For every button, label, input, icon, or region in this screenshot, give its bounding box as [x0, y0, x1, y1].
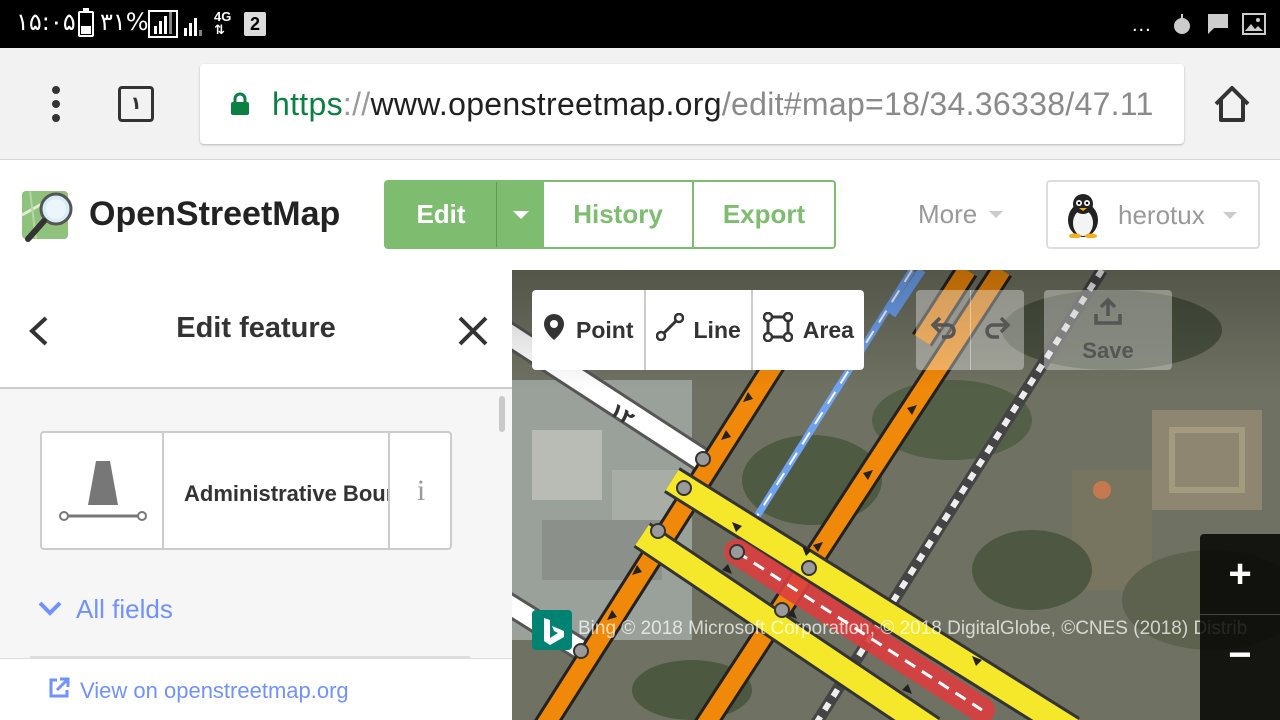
redo-button[interactable] — [970, 290, 1024, 370]
signal-icon — [148, 10, 178, 38]
status-time: ۱۵:۰۵ — [16, 8, 76, 36]
all-fields-label: All fields — [76, 594, 173, 624]
edit-feature-sidebar: Edit feature Administrative Boundary i A… — [0, 270, 512, 720]
chevron-down-icon — [512, 210, 529, 219]
add-area-button[interactable]: Area — [750, 290, 864, 370]
tab-switcher-button[interactable]: ۱ — [118, 86, 154, 122]
zoom-controls: + − — [1200, 534, 1280, 720]
save-label: Save — [1082, 338, 1134, 363]
view-on-osm-label: View on openstreetmap.org — [80, 678, 349, 703]
undo-icon — [928, 313, 958, 348]
edit-history-export-group: Edit History Export — [384, 180, 836, 249]
chevron-down-icon — [36, 594, 64, 625]
signal-strength-icon — [184, 12, 206, 36]
undo-redo-group — [916, 290, 1024, 370]
chevron-down-icon — [989, 211, 1004, 218]
external-link-icon — [48, 677, 70, 705]
view-on-osm-footer: View on openstreetmap.org — [0, 658, 512, 720]
sim-slot-badge: 2 — [244, 12, 266, 36]
add-line-button[interactable]: Line — [643, 290, 751, 370]
username: herotux — [1118, 200, 1205, 230]
url-text[interactable]: https://www.openstreetmap.org/edit#map=1… — [272, 86, 1154, 123]
preset-list-item[interactable]: Administrative Boundary i — [40, 431, 452, 550]
redo-icon — [983, 313, 1013, 348]
status-bar: ۱۵:۰۵ ۳۱% 4G ⇅ 2 ... — [0, 0, 1280, 48]
battery-percent: ۳۱% — [100, 8, 149, 36]
attribution-text[interactable]: Bing © 2018 Microsoft Corporation, © 201… — [578, 618, 1247, 640]
edit-button[interactable]: Edit — [386, 182, 496, 247]
address-bar[interactable]: https://www.openstreetmap.org/edit#map=1… — [200, 64, 1184, 144]
more-label: More — [918, 199, 978, 229]
boundary-icon — [42, 433, 164, 548]
avatar — [1060, 192, 1106, 239]
undo-button[interactable] — [916, 290, 970, 370]
home-icon[interactable] — [1210, 82, 1254, 126]
message-icon — [1206, 12, 1230, 36]
close-icon[interactable] — [456, 314, 490, 348]
url-scheme: https — [272, 86, 343, 122]
history-button[interactable]: History — [544, 182, 694, 247]
zoom-out-button[interactable]: − — [1200, 614, 1280, 694]
sidebar-header: Edit feature — [0, 270, 512, 389]
osm-header: OpenStreetMap Edit History Export More h… — [0, 161, 1280, 270]
point-label: Point — [576, 316, 634, 343]
osm-logo[interactable] — [20, 185, 80, 245]
bomb-icon — [1172, 12, 1192, 36]
save-button[interactable]: Save — [1044, 290, 1172, 370]
browser-toolbar: ۱ https://www.openstreetmap.org/edit#map… — [0, 48, 1280, 160]
point-icon — [542, 313, 566, 347]
chevron-down-icon — [1223, 212, 1237, 219]
imagery-attribution: Bing © 2018 Microsoft Corporation, © 201… — [532, 610, 1247, 660]
sidebar-title: Edit feature — [176, 312, 336, 344]
site-title[interactable]: OpenStreetMap — [89, 195, 340, 234]
zoom-in-button[interactable]: + — [1200, 534, 1280, 614]
view-on-osm-link[interactable]: View on openstreetmap.org — [48, 677, 349, 705]
sidebar-scrollbar[interactable] — [499, 396, 505, 432]
user-menu-button[interactable]: herotux — [1046, 180, 1260, 249]
add-point-button[interactable]: Point — [532, 290, 644, 370]
browser-menu-icon[interactable] — [36, 84, 76, 124]
export-button[interactable]: Export — [694, 182, 834, 247]
info-icon[interactable]: i — [388, 433, 450, 548]
url-host: www.openstreetmap.org — [370, 86, 722, 122]
more-menu-button[interactable]: More — [918, 199, 1004, 230]
area-icon — [762, 311, 794, 348]
area-label: Area — [802, 316, 854, 343]
more-notifications-icon: ... — [1132, 14, 1152, 36]
network-type: 4G ⇅ — [214, 9, 232, 37]
preset-name: Administrative Boundary — [184, 481, 388, 506]
upload-icon — [1092, 296, 1124, 333]
lock-icon — [228, 92, 252, 116]
draw-mode-group: Point Line Area — [532, 290, 864, 370]
battery-icon — [78, 8, 94, 37]
all-fields-toggle[interactable]: All fields — [36, 594, 173, 625]
line-icon — [655, 312, 684, 347]
url-path: /edit#map=18/34.36338/47.11 — [721, 86, 1154, 122]
map-canvas[interactable]: ۱۲ Point Line Area Save Bing © 2018 Micr… — [512, 270, 1280, 720]
line-label: Line — [693, 316, 741, 343]
edit-dropdown-button[interactable] — [496, 182, 544, 247]
url-separator: :// — [342, 86, 371, 122]
bing-logo-icon[interactable] — [532, 610, 572, 650]
gallery-icon — [1242, 12, 1266, 36]
